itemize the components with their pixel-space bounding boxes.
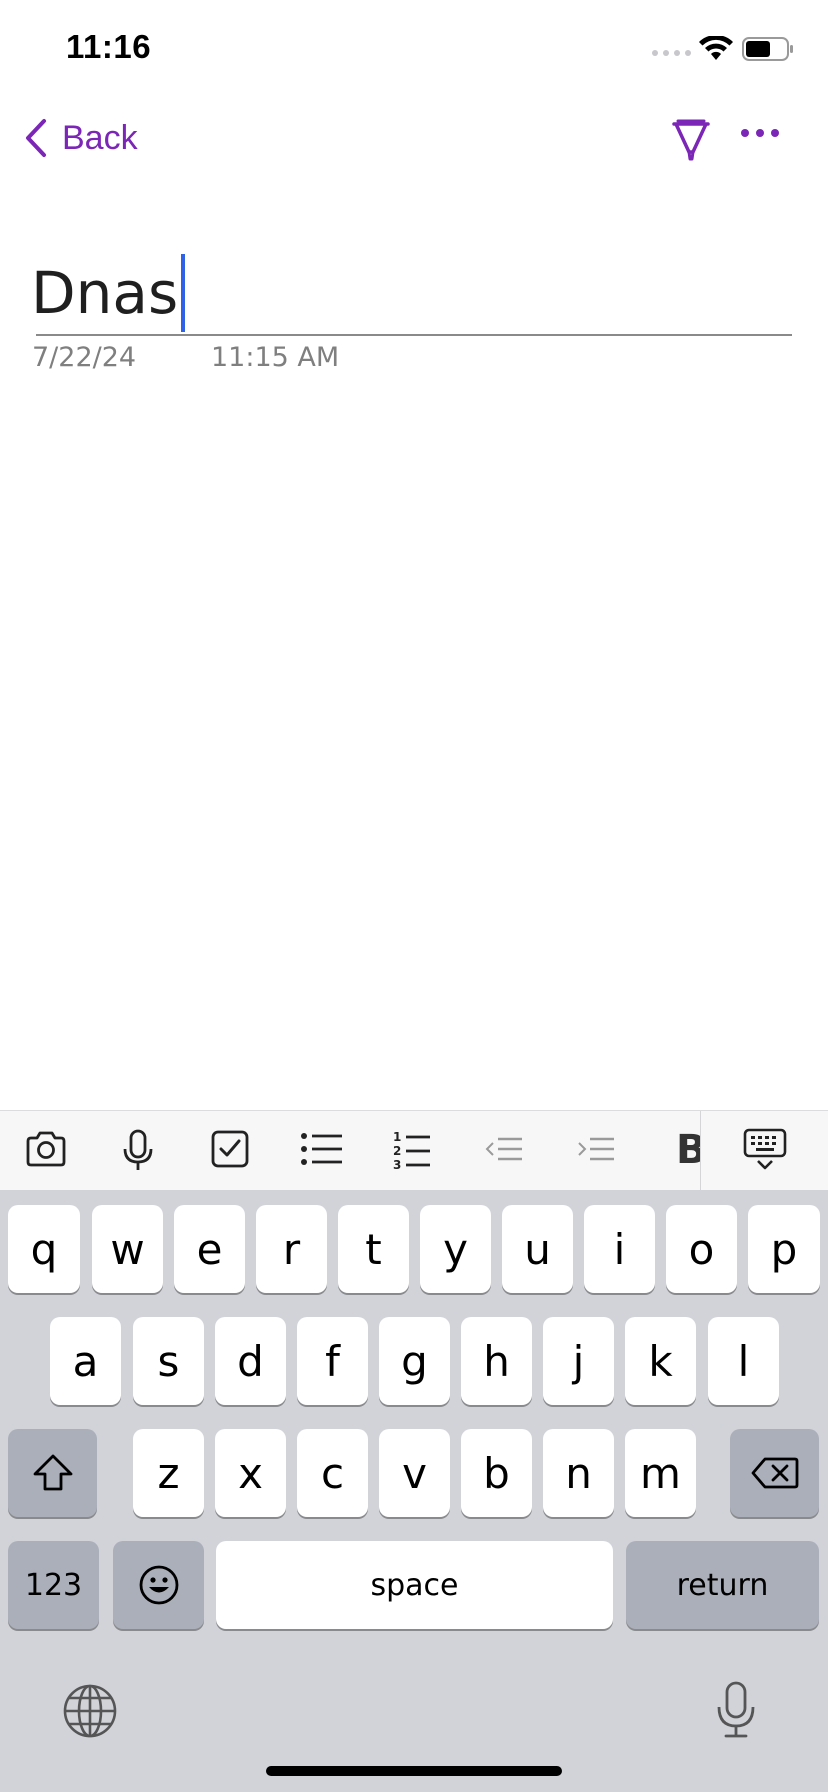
backspace-icon: [751, 1457, 798, 1489]
key-n[interactable]: n: [543, 1429, 614, 1517]
title-divider: [36, 334, 792, 336]
key-k[interactable]: k: [625, 1317, 696, 1405]
key-p[interactable]: p: [748, 1205, 820, 1293]
cellular-signal-icon: [652, 50, 691, 56]
key-v[interactable]: v: [379, 1429, 450, 1517]
note-date: 7/22/24: [32, 342, 137, 373]
bold-button[interactable]: B: [676, 1127, 700, 1173]
highlighter-pen-icon[interactable]: [670, 118, 712, 162]
key-y[interactable]: y: [420, 1205, 491, 1293]
svg-text:1: 1: [393, 1130, 401, 1144]
toolbar-separator: [700, 1111, 701, 1191]
delete-key[interactable]: [730, 1429, 819, 1517]
camera-icon[interactable]: [24, 1129, 68, 1169]
numbered-list-icon[interactable]: 1 2 3: [392, 1129, 432, 1171]
key-q[interactable]: q: [8, 1205, 80, 1293]
dismiss-keyboard-icon[interactable]: [742, 1127, 788, 1171]
key-m[interactable]: m: [625, 1429, 696, 1517]
text-caret: [181, 254, 186, 332]
more-options-icon[interactable]: [740, 128, 780, 138]
key-x[interactable]: x: [215, 1429, 286, 1517]
wifi-icon: [699, 36, 733, 60]
home-indicator: [266, 1766, 562, 1776]
key-j[interactable]: j: [543, 1317, 614, 1405]
chevron-left-icon: [26, 119, 46, 157]
note-time: 11:15 AM: [211, 342, 340, 373]
bullet-list-icon[interactable]: [300, 1129, 344, 1169]
key-c[interactable]: c: [297, 1429, 368, 1517]
return-key[interactable]: return: [626, 1541, 819, 1629]
key-w[interactable]: w: [92, 1205, 163, 1293]
status-time: 11:16: [66, 28, 152, 65]
key-l[interactable]: l: [708, 1317, 779, 1405]
decrease-indent-icon[interactable]: [484, 1129, 524, 1169]
key-h[interactable]: h: [461, 1317, 532, 1405]
key-f[interactable]: f: [297, 1317, 368, 1405]
emoji-key[interactable]: [113, 1541, 204, 1629]
emoji-icon: [139, 1565, 178, 1605]
key-b[interactable]: b: [461, 1429, 532, 1517]
key-r[interactable]: r: [256, 1205, 327, 1293]
note-title-text: Dnas: [31, 259, 179, 327]
shift-key[interactable]: [8, 1429, 97, 1517]
back-label: Back: [62, 118, 138, 157]
microphone-icon[interactable]: [120, 1129, 156, 1173]
key-u[interactable]: u: [502, 1205, 573, 1293]
keyboard: q w e r t y u i o p a s d f g h j k l z …: [0, 1190, 828, 1792]
key-t[interactable]: t: [338, 1205, 409, 1293]
battery-icon: [742, 37, 793, 61]
note-title-input[interactable]: Dnas: [31, 254, 186, 332]
svg-text:2: 2: [393, 1144, 401, 1158]
key-i[interactable]: i: [584, 1205, 655, 1293]
key-o[interactable]: o: [666, 1205, 737, 1293]
space-key[interactable]: space: [216, 1541, 613, 1629]
key-z[interactable]: z: [133, 1429, 204, 1517]
checkbox-icon[interactable]: [210, 1129, 250, 1169]
key-s[interactable]: s: [133, 1317, 204, 1405]
key-g[interactable]: g: [379, 1317, 450, 1405]
increase-indent-icon[interactable]: [576, 1129, 616, 1169]
numbers-key[interactable]: 123: [8, 1541, 99, 1629]
globe-icon[interactable]: [62, 1683, 118, 1739]
key-e[interactable]: e: [174, 1205, 245, 1293]
shift-icon: [33, 1454, 72, 1491]
back-button[interactable]: Back: [24, 118, 138, 158]
formatting-toolbar: 1 2 3 B: [0, 1110, 828, 1191]
dictation-microphone-icon[interactable]: [714, 1680, 758, 1740]
key-a[interactable]: a: [50, 1317, 121, 1405]
key-d[interactable]: d: [215, 1317, 286, 1405]
svg-text:3: 3: [393, 1158, 401, 1171]
